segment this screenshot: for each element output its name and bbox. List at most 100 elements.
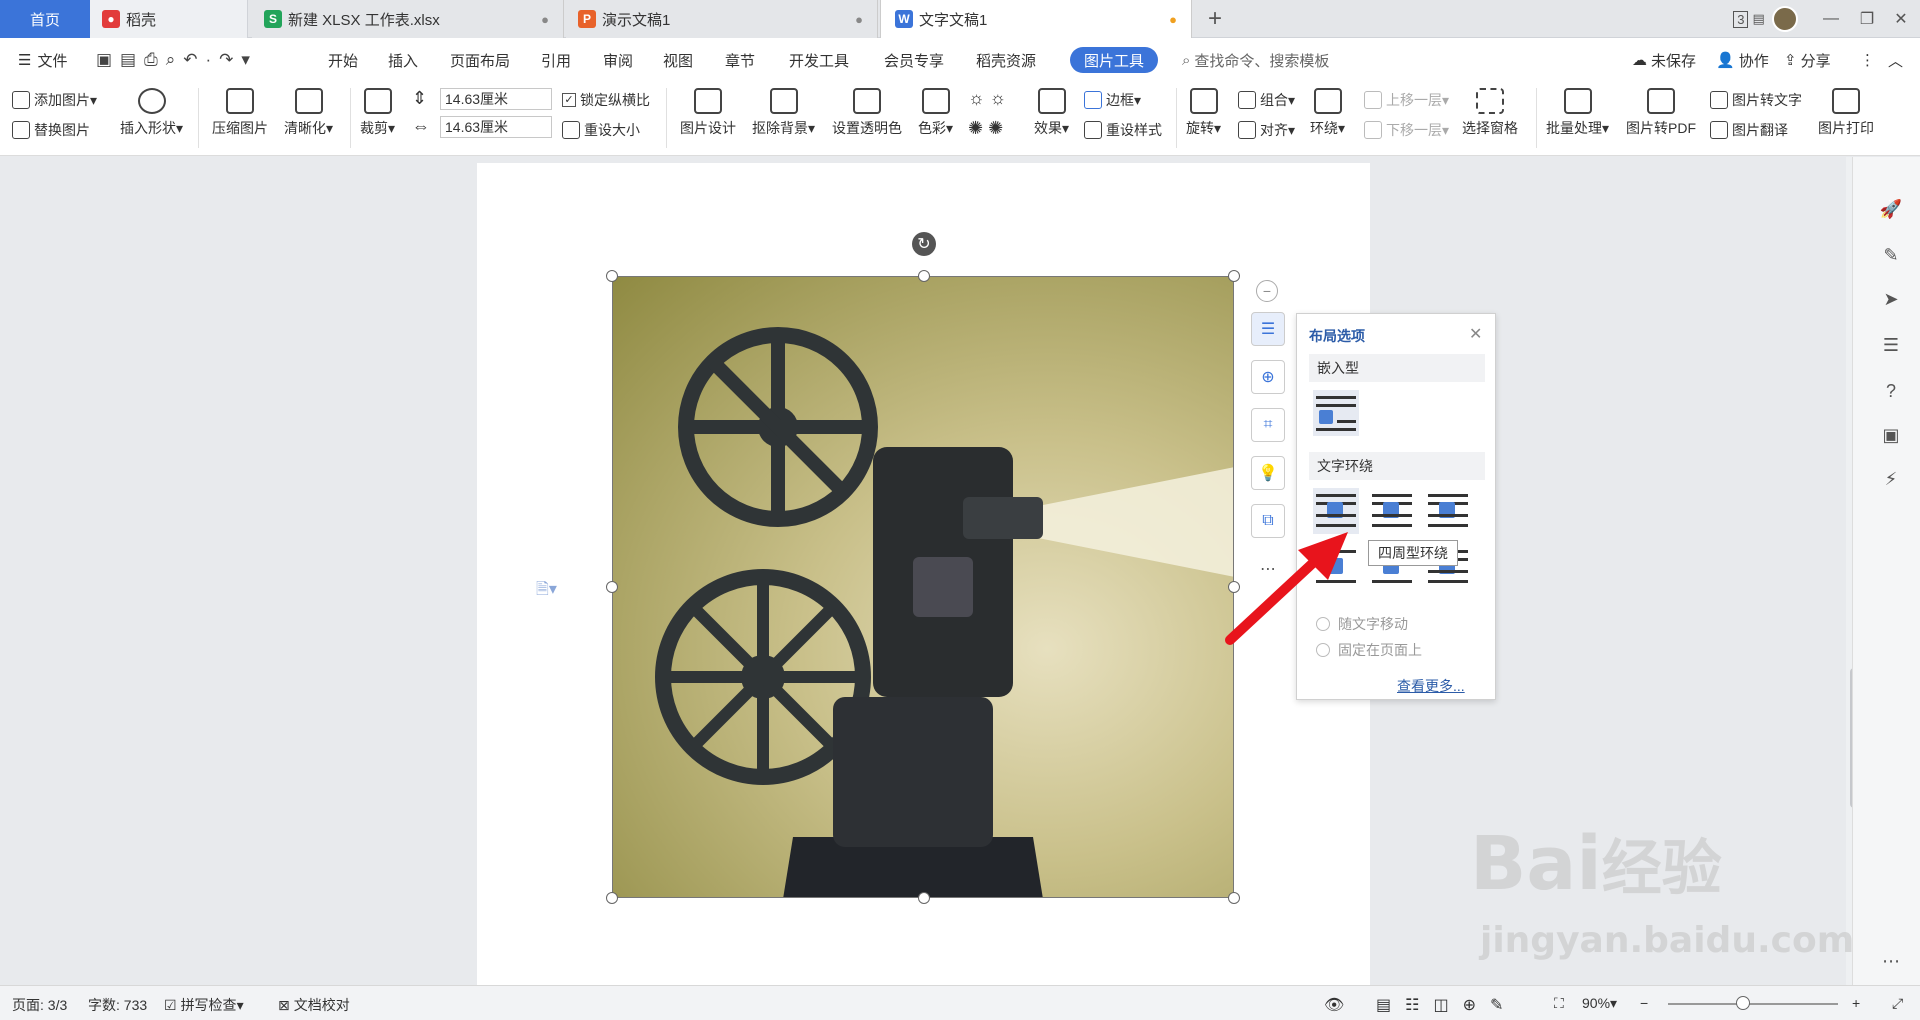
resize-handle-top-right[interactable] (1228, 270, 1240, 282)
tab-daoke[interactable]: ● 稻壳 (90, 0, 248, 38)
bring-forward-button[interactable]: 上移一层 ▾ (1364, 90, 1449, 110)
print-picture-button[interactable]: 图片打印 (1818, 88, 1874, 138)
file-menu[interactable]: ☰ 文件 (18, 48, 67, 72)
align-button[interactable]: 对齐 ▾ (1238, 120, 1295, 140)
menu-start[interactable]: 开始 (328, 48, 358, 72)
set-transparent-button[interactable]: 设置透明色 (832, 88, 902, 138)
menu-reference[interactable]: 引用 (541, 48, 571, 72)
menu-chapter[interactable]: 章节 (725, 48, 755, 72)
send-backward-button[interactable]: 下移一层 ▾ (1364, 120, 1449, 140)
zoom-level[interactable]: 90%▾ (1582, 995, 1617, 1012)
lock-ratio-checkbox[interactable]: ✓ 锁定纵横比 (562, 90, 650, 110)
to-text-button[interactable]: 图片转文字 (1710, 90, 1802, 110)
quick-access-toolbar[interactable]: ▣▤⎙⌕↶·↷▾ (96, 48, 258, 72)
inline-wrap-icon[interactable] (1313, 390, 1359, 436)
resize-handle-left[interactable] (606, 581, 618, 593)
more-icon[interactable]: ⋮ (1860, 48, 1875, 72)
resize-handle-bottom-left[interactable] (606, 892, 618, 904)
reset-size-button[interactable]: 重设大小 (562, 120, 640, 140)
paragraph-marker-icon[interactable]: 🗎▾ (536, 578, 557, 605)
unsaved-status[interactable]: ☁ 未保存 (1632, 48, 1696, 72)
rocket-icon[interactable]: 🚀 (1880, 198, 1902, 220)
picture-design-button[interactable]: 图片设计 (680, 88, 736, 138)
resize-handle-bottom[interactable] (918, 892, 930, 904)
share-button[interactable]: ⇪ 分享 (1784, 48, 1831, 72)
settings-sliders-icon[interactable]: ☰ (1880, 334, 1902, 356)
avatar[interactable] (1764, 0, 1806, 38)
wrap-button[interactable]: 环绕▾ (1310, 88, 1345, 138)
tab-home[interactable]: 首页 (0, 0, 90, 38)
menu-member[interactable]: 会员专享 (884, 48, 944, 72)
document-proof-button[interactable]: ⊠ 文档校对 (278, 995, 350, 1015)
group-button[interactable]: 组合 ▾ (1238, 90, 1295, 110)
menu-daoke-resources[interactable]: 稻壳资源 (976, 48, 1036, 72)
zoom-slider-knob[interactable] (1736, 996, 1750, 1010)
square-wrap-icon[interactable] (1313, 488, 1359, 534)
image-tools-icon[interactable]: ▣ (1880, 424, 1902, 446)
crop-button[interactable]: 裁剪▾ (360, 88, 395, 138)
tight-wrap-icon[interactable] (1369, 488, 1415, 534)
selected-picture[interactable] (612, 276, 1234, 898)
crop-icon[interactable]: ⌗ (1251, 408, 1285, 442)
remove-background-button[interactable]: 抠除背景▾ (752, 88, 815, 138)
effects-button[interactable]: 效果▾ (1034, 88, 1069, 138)
new-tab-button[interactable]: + (1200, 0, 1230, 38)
more-icon[interactable]: ⋯ (1880, 950, 1902, 972)
contrast-icons[interactable]: ✺ ✺ (968, 118, 1003, 139)
close-icon[interactable]: ✕ (1469, 324, 1482, 344)
resize-handle-top[interactable] (918, 270, 930, 282)
fit-page-icon[interactable]: ⛶ (1554, 995, 1564, 1012)
bolt-icon[interactable]: ⚡ (1880, 468, 1902, 490)
spell-check-button[interactable]: ☑ 拼写检查▾ (164, 995, 244, 1015)
help-icon[interactable]: ? (1880, 380, 1902, 402)
tab-ppt[interactable]: P 演示文稿1 ● (566, 0, 878, 38)
close-icon[interactable]: ● (541, 12, 549, 27)
expand-icon[interactable]: ⤢ (1892, 995, 1903, 1012)
collapse-toolbar-icon[interactable]: − (1256, 280, 1278, 302)
zoom-in-icon[interactable]: + (1852, 995, 1860, 1011)
collapse-ribbon-icon[interactable]: ︿ (1888, 48, 1903, 72)
tab-doc[interactable]: W 文字文稿1 ● (880, 0, 1192, 38)
layout-options-icon[interactable]: ☰ (1251, 312, 1285, 346)
pen-icon[interactable]: ✎ (1880, 244, 1902, 266)
menu-view[interactable]: 视图 (663, 48, 693, 72)
menu-insert[interactable]: 插入 (388, 48, 418, 72)
zoom-in-icon[interactable]: ⊕ (1251, 360, 1285, 394)
resize-handle-top-left[interactable] (606, 270, 618, 282)
color-button[interactable]: 色彩▾ (918, 88, 953, 138)
rotate-handle-icon[interactable]: ↻ (912, 232, 936, 256)
sharpen-button[interactable]: 清晰化▾ (284, 88, 333, 138)
height-input[interactable]: 14.63厘米 (440, 88, 552, 110)
see-more-link[interactable]: 查看更多... (1397, 676, 1465, 696)
close-icon[interactable]: ● (855, 12, 863, 27)
zoom-slider[interactable] (1668, 1003, 1838, 1005)
menu-devtools[interactable]: 开发工具 (789, 48, 849, 72)
reset-style-button[interactable]: 重设样式 (1084, 120, 1162, 140)
tab-xlsx[interactable]: S 新建 XLSX 工作表.xlsx ● (252, 0, 564, 38)
rotate-button[interactable]: 旋转▾ (1186, 88, 1221, 138)
zoom-out-icon[interactable]: − (1640, 995, 1648, 1011)
translate-button[interactable]: 图片翻译 (1710, 120, 1788, 140)
add-picture-button[interactable]: 添加图片 ▾ (12, 90, 97, 110)
command-search[interactable]: ⌕ 查找命令、搜索模板 (1182, 48, 1329, 72)
width-input[interactable]: 14.63厘米 (440, 116, 552, 138)
selection-pane-button[interactable]: 选择窗格 (1462, 88, 1518, 138)
pointer-icon[interactable]: ➤ (1880, 288, 1902, 310)
batch-process-button[interactable]: 批量处理▾ (1546, 88, 1609, 138)
insert-shape-button[interactable]: 插入形状▾ (120, 88, 183, 138)
word-count[interactable]: 字数: 733 (88, 995, 147, 1015)
unsaved-dot-icon[interactable]: ● (1169, 12, 1177, 27)
view-mode-icons[interactable]: ▤☷◫⊕✎ (1376, 995, 1517, 1015)
idea-icon[interactable]: 💡 (1251, 456, 1285, 490)
menu-picture-tools[interactable]: 图片工具 (1070, 47, 1159, 73)
close-window-icon[interactable]: ✕ (1880, 0, 1920, 38)
through-wrap-icon[interactable] (1425, 488, 1471, 534)
compress-picture-button[interactable]: 压缩图片 (212, 88, 268, 138)
border-button[interactable]: 边框 ▾ (1084, 90, 1141, 110)
menu-layout[interactable]: 页面布局 (450, 48, 510, 72)
to-pdf-button[interactable]: 图片转PDF (1626, 88, 1696, 138)
replace-picture-button[interactable]: 替换图片 (12, 120, 90, 140)
brightness-icons[interactable]: ☼ ☼ (968, 88, 1006, 109)
eye-icon[interactable]: 👁 (1324, 995, 1344, 1015)
menu-review[interactable]: 审阅 (603, 48, 633, 72)
